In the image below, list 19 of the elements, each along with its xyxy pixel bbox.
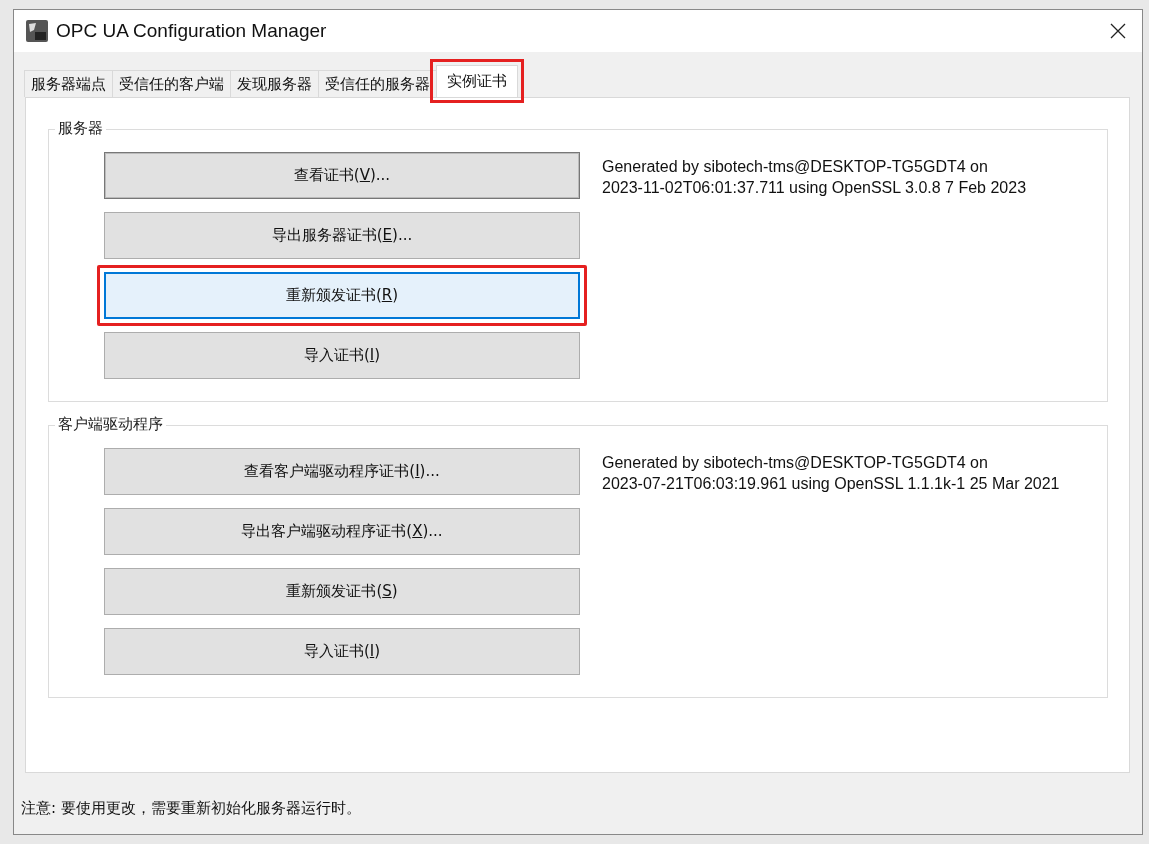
window-title: OPC UA Configuration Manager (56, 20, 328, 42)
certificate-info: Generated by sibotech-tms@DESKTOP-TG5GDT4 on (602, 157, 989, 177)
close-icon[interactable] (1110, 23, 1126, 39)
action-button[interactable]: 重新颁发证书(S) (104, 568, 580, 615)
action-button[interactable]: 查看证书(V)... (104, 152, 580, 199)
certificate-info: 2023-11-02T06:01:37.711 using OpenSSL 3.0.8 7 Feb 2023 (602, 178, 1027, 198)
group-title: 客户端驱动程序 (55, 415, 166, 434)
action-button[interactable]: 重新颁发证书(R) (104, 272, 580, 319)
action-button[interactable]: 导出服务器证书(E)... (104, 212, 580, 259)
app-icon (26, 20, 48, 42)
action-button[interactable]: 导入证书(I) (104, 332, 580, 379)
action-button[interactable]: 导入证书(I) (104, 628, 580, 675)
group-title: 服务器 (55, 119, 106, 138)
certificate-info: Generated by sibotech-tms@DESKTOP-TG5GDT4 on (602, 453, 989, 473)
tab[interactable]: 服务器端点 (24, 70, 113, 97)
action-button[interactable]: 查看客户端驱动程序证书(I)... (104, 448, 580, 495)
action-button[interactable]: 导出客户端驱动程序证书(X)... (104, 508, 580, 555)
status-note: 注意: 要使用更改，需要重新初始化服务器运行时。 (21, 799, 362, 818)
certificate-info: 2023-07-21T06:03:19.961 using OpenSSL 1.1.1k-1 25 Mar 2021 (602, 474, 1060, 494)
